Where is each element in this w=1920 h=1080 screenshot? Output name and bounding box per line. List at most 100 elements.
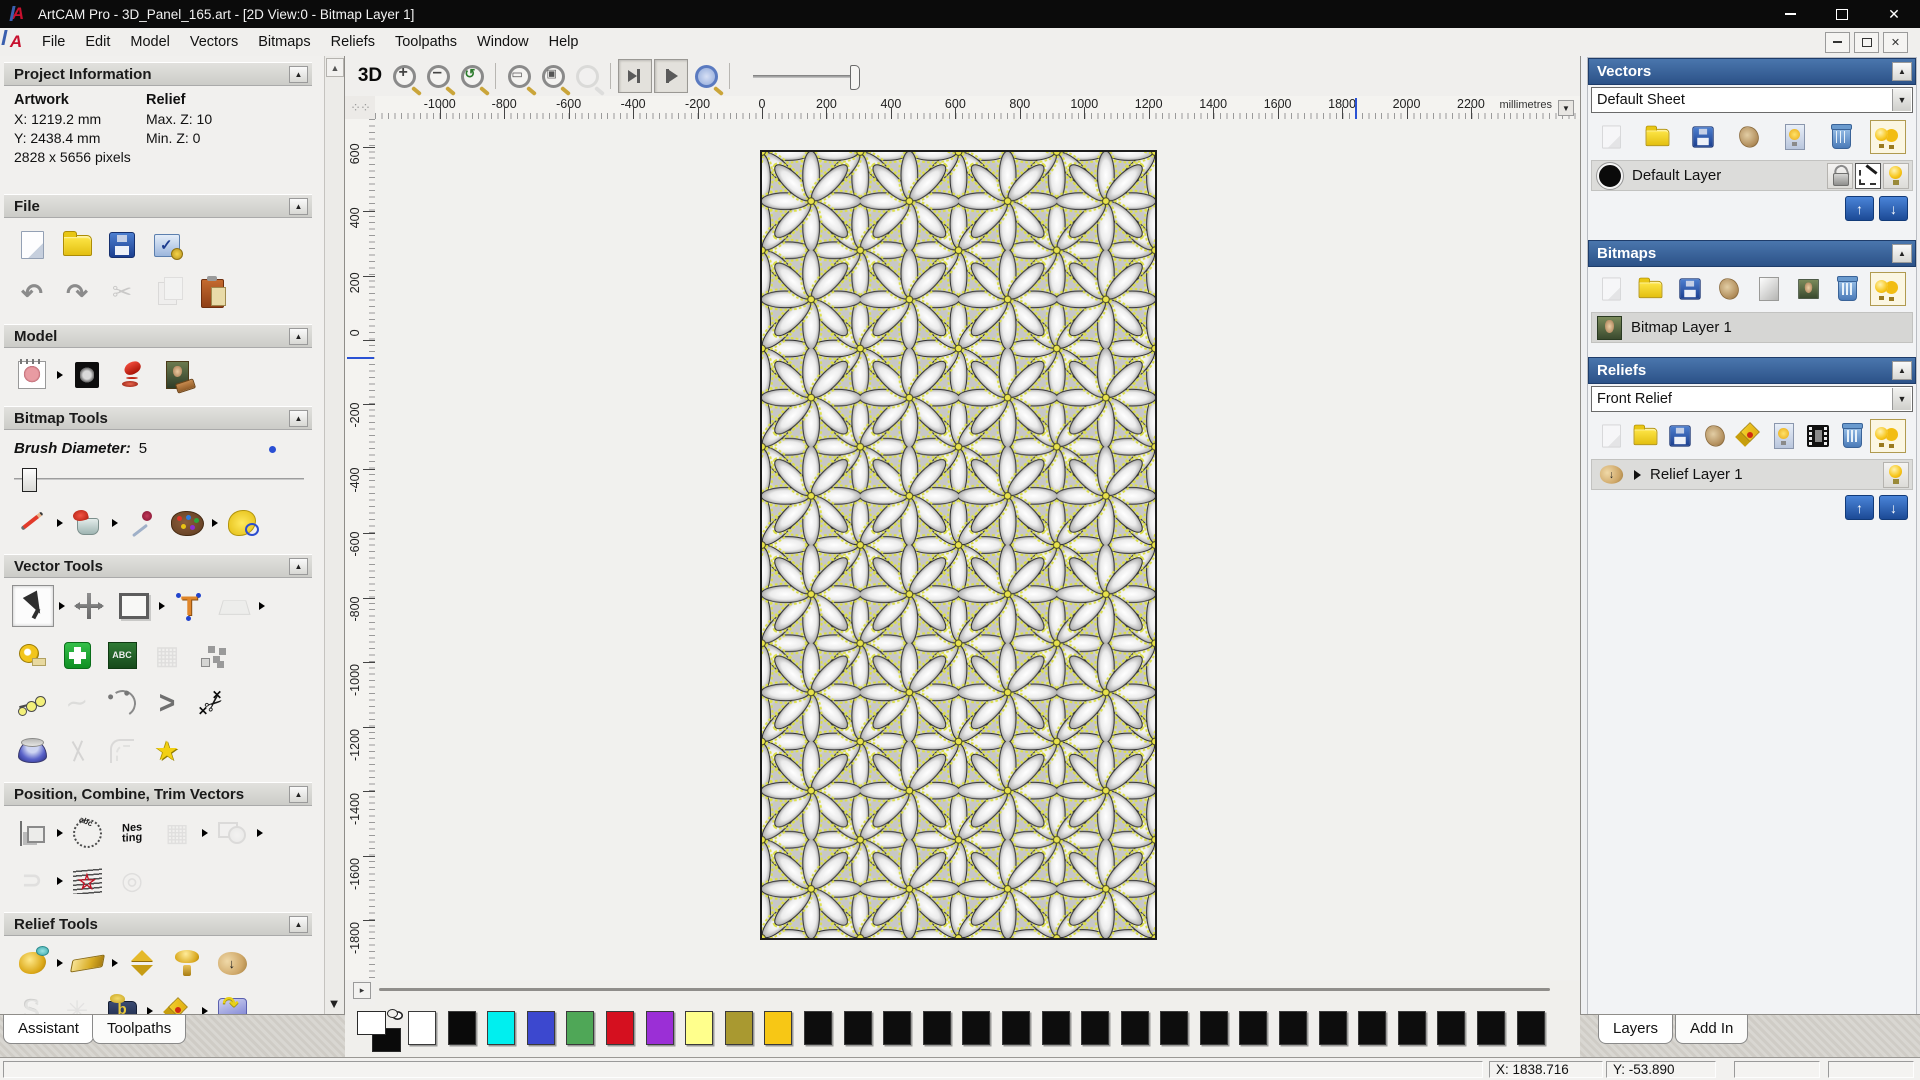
zoom-fit-page-button[interactable] (503, 60, 535, 92)
save-file-button[interactable] (102, 225, 142, 265)
redo-button[interactable] (57, 273, 97, 313)
add-plane-button[interactable] (67, 943, 107, 983)
create-polyline-button[interactable] (12, 683, 52, 723)
sculpt-smooth-button[interactable] (12, 991, 52, 1014)
snap-icon[interactable] (1855, 163, 1881, 189)
bisector-button[interactable] (57, 731, 97, 771)
cut-button[interactable] (102, 273, 142, 313)
merge-bitmap-layers-button[interactable] (1712, 273, 1746, 305)
flyout-arrow-icon[interactable] (57, 877, 63, 885)
link-colours-button[interactable] (222, 503, 262, 543)
scrollbar-options-icon[interactable]: ▸ (353, 982, 371, 999)
palette-swatch-2[interactable] (487, 1011, 515, 1045)
create-text-button[interactable] (169, 586, 209, 626)
free-sketch-button[interactable] (57, 683, 97, 723)
palette-swatch-21[interactable] (1239, 1011, 1267, 1045)
flyout-arrow-icon[interactable] (212, 519, 218, 527)
canvas-2d-view[interactable] (375, 119, 1580, 980)
save-vector-layer-button[interactable] (1686, 121, 1720, 153)
zoom-previous-button[interactable] (456, 60, 488, 92)
primary-secondary-swatch[interactable] (357, 1011, 407, 1053)
canvas-horizontal-scrollbar[interactable]: ▸ (375, 981, 1580, 1005)
rollup-chevron-icon[interactable]: ▲ (289, 410, 308, 427)
save-relief-layer-button[interactable] (1663, 420, 1697, 452)
zoom-fit-selected-button[interactable] (571, 60, 603, 92)
menu-vectors[interactable]: Vectors (180, 30, 248, 54)
flood-fill-button[interactable] (67, 503, 107, 543)
arc-editor-button[interactable] (102, 683, 142, 723)
palette-swatch-1[interactable] (448, 1011, 476, 1045)
flyout-arrow-icon[interactable] (202, 829, 208, 837)
greyscale-preview-button[interactable] (1801, 420, 1835, 452)
copy-relief-button[interactable] (212, 943, 252, 983)
toggle-layer-visibility-button[interactable] (1778, 121, 1812, 153)
palette-swatch-17[interactable] (1081, 1011, 1109, 1045)
colour-palette-button[interactable] (167, 503, 207, 543)
set-model-size-button[interactable] (12, 355, 52, 395)
create-snap-grid-button[interactable] (57, 635, 97, 675)
create-polygon-button[interactable] (147, 683, 187, 723)
palette-swatch-25[interactable] (1398, 1011, 1426, 1045)
flyout-arrow-icon[interactable] (57, 371, 63, 379)
scroll-down-icon[interactable]: ▼ (326, 995, 342, 1012)
palette-swatch-4[interactable] (566, 1011, 594, 1045)
offset-curve-button[interactable] (102, 731, 142, 771)
primary-colour-swatch[interactable] (357, 1011, 386, 1035)
rollup-chevron-icon[interactable]: ▲ (1892, 361, 1912, 380)
palette-swatch-26[interactable] (1437, 1011, 1465, 1045)
text-on-curve-button[interactable] (67, 813, 107, 853)
palette-swatch-15[interactable] (1002, 1011, 1030, 1045)
open-relief-layer-button[interactable] (1629, 420, 1663, 452)
palette-swatch-5[interactable] (606, 1011, 634, 1045)
smooth-relief-button[interactable] (122, 943, 162, 983)
bitmap-layer-row[interactable]: Bitmap Layer 1 (1591, 312, 1913, 343)
palette-swatch-11[interactable] (844, 1011, 872, 1045)
palette-swatch-13[interactable] (923, 1011, 951, 1045)
align-vectors-button[interactable] (12, 813, 52, 853)
palette-swatch-16[interactable] (1042, 1011, 1070, 1045)
zoom-out-button[interactable] (422, 60, 454, 92)
palette-swatch-19[interactable] (1160, 1011, 1188, 1045)
ruler-units-dropdown[interactable]: ▼ (1558, 100, 1574, 116)
palette-swatch-9[interactable] (764, 1011, 792, 1045)
relief-layer-stack-button[interactable] (1732, 420, 1766, 452)
relief-select[interactable]: Front Relief ▼ (1591, 386, 1913, 412)
layers-tab-layers[interactable]: Layers (1598, 1015, 1673, 1044)
flyout-arrow-icon[interactable] (57, 829, 63, 837)
maximize-button[interactable] (1816, 0, 1868, 28)
palette-swatch-28[interactable] (1517, 1011, 1545, 1045)
mesh-creator-button[interactable] (147, 635, 187, 675)
preferences-button[interactable] (147, 225, 187, 265)
scrollbar-track[interactable] (379, 988, 1550, 991)
flyout-arrow-icon[interactable] (59, 602, 65, 610)
star-wizard-button[interactable] (147, 731, 187, 771)
adjust-model-greyscale-button[interactable] (67, 355, 107, 395)
relief-layer-stack-button[interactable] (157, 991, 197, 1014)
flyout-dot-icon[interactable] (269, 446, 276, 453)
flyout-arrow-icon[interactable] (112, 959, 118, 967)
convert-text-abc-button[interactable] (102, 635, 142, 675)
palette-swatch-8[interactable] (725, 1011, 753, 1045)
zoom-in-button[interactable] (388, 60, 420, 92)
menu-reliefs[interactable]: Reliefs (321, 30, 385, 54)
all-reliefs-visible-button[interactable] (1870, 419, 1906, 453)
visibility-bulb-icon[interactable] (1883, 163, 1909, 189)
vector-layer-row[interactable]: Default Layer (1591, 160, 1913, 191)
menu-window[interactable]: Window (467, 30, 539, 54)
vector-doctor-button[interactable] (67, 861, 107, 901)
palette-swatch-6[interactable] (646, 1011, 674, 1045)
move-layer-up-button[interactable]: ↑ (1845, 196, 1874, 221)
sheet-select[interactable]: Default Sheet ▼ (1591, 87, 1913, 113)
palette-swatch-18[interactable] (1121, 1011, 1149, 1045)
assistant-tab-toolpaths[interactable]: Toolpaths (92, 1015, 186, 1044)
move-layer-down-button[interactable]: ↓ (1879, 495, 1908, 520)
zoom-slider-handle[interactable] (850, 65, 860, 90)
bitmap-preview-button[interactable] (1791, 273, 1825, 305)
palette-swatch-7[interactable] (685, 1011, 713, 1045)
dock-toggle-left-button[interactable] (618, 59, 652, 93)
zoom-slider[interactable] (753, 75, 857, 78)
move-layer-down-button[interactable]: ↓ (1879, 196, 1908, 221)
all-layers-visible-button[interactable] (1870, 120, 1906, 154)
flyout-arrow-icon[interactable] (202, 1007, 208, 1014)
flyout-arrow-icon[interactable] (147, 1007, 153, 1014)
